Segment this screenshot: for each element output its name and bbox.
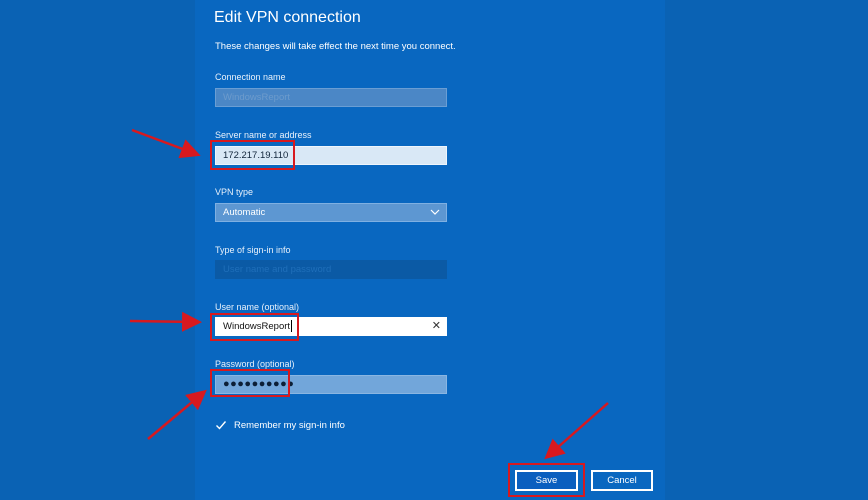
red-arrow-icon — [129, 311, 202, 332]
red-arrow-icon — [147, 389, 207, 440]
red-arrow-icon — [544, 402, 609, 460]
red-arrow-icon — [131, 128, 201, 159]
annotation-arrows — [129, 128, 609, 460]
